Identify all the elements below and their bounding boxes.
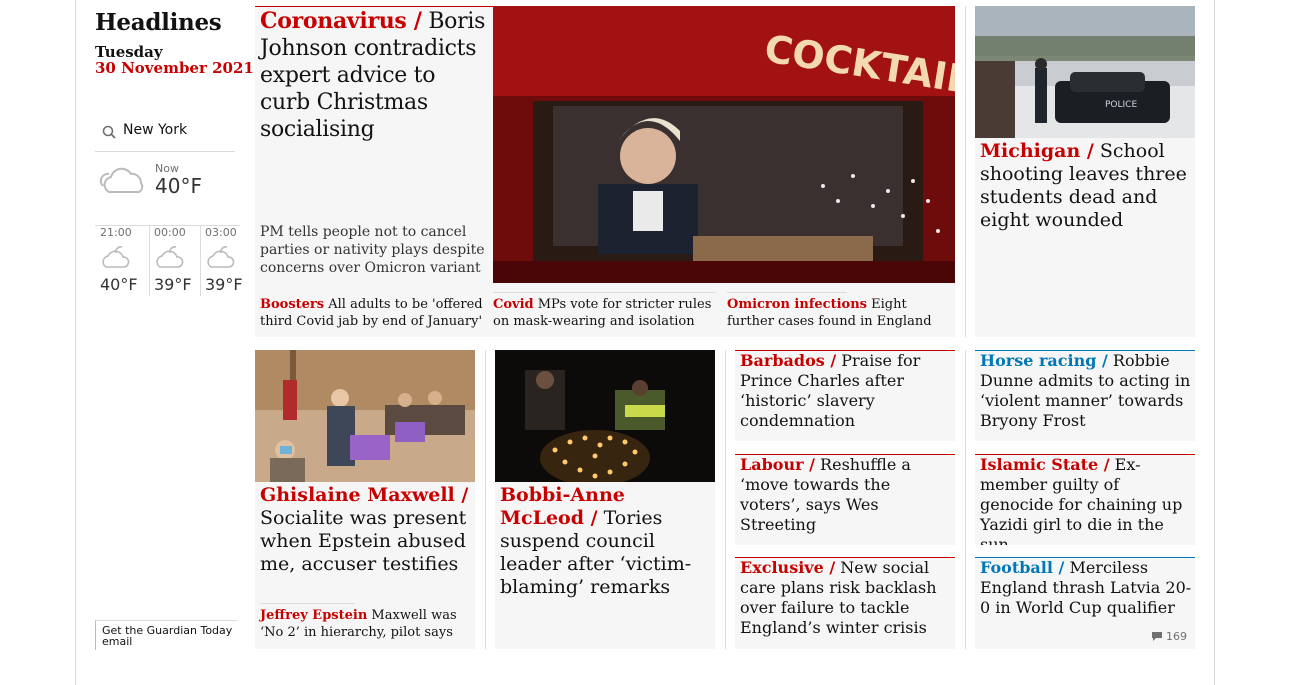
story-card-exclusive[interactable]: Exclusive / New social care plans risk b…	[735, 557, 955, 649]
sublink-rule	[260, 603, 355, 604]
story-kicker: Barbados /	[740, 351, 837, 370]
forecast-item: 00:00 39°F	[149, 226, 201, 296]
cloudy-night-icon	[99, 167, 144, 193]
location-search[interactable]: New York	[95, 118, 235, 152]
story-kicker: Football /	[980, 558, 1065, 577]
story-headline: Exclusive / New social care plans risk b…	[740, 558, 952, 638]
column-divider	[965, 350, 966, 649]
date-full: 30 November 2021	[95, 59, 254, 77]
lead-image[interactable]: COCKTAILS	[493, 6, 955, 283]
sublink[interactable]: Covid MPs vote for stricter rules on mas…	[493, 296, 718, 330]
story-card-barbados[interactable]: Barbados / Praise for Prince Charles aft…	[735, 350, 955, 441]
sublink[interactable]: Boosters All adults to be 'offered third…	[260, 296, 485, 330]
story-kicker: Horse racing /	[980, 351, 1108, 370]
column-divider	[485, 350, 486, 649]
forecast-temp: 40°F	[100, 275, 138, 294]
forecast-temp: 39°F	[205, 275, 243, 294]
sublink-rule	[727, 292, 847, 293]
story-headline: Football / Merciless England thrash Latv…	[980, 558, 1192, 618]
forecast-time: 00:00	[154, 226, 186, 239]
maxwell-headline[interactable]: Ghislaine Maxwell / Socialite was presen…	[260, 484, 472, 576]
search-icon	[102, 125, 116, 139]
comment-count: 169	[1166, 630, 1187, 643]
story-headline: Horse racing / Robbie Dunne admits to ac…	[980, 351, 1192, 431]
story-kicker: Labour /	[740, 455, 815, 474]
sublink-kicker: Boosters	[260, 297, 325, 312]
story-card-islamic-state[interactable]: Islamic State / Ex-member guilty of geno…	[975, 454, 1195, 545]
story-headline: Barbados / Praise for Prince Charles aft…	[740, 351, 952, 431]
maxwell-sublink[interactable]: Jeffrey Epstein Maxwell was ‘No 2’ in hi…	[260, 607, 475, 641]
sublink-kicker: Omicron infections	[727, 297, 867, 312]
michigan-image[interactable]: POLICE	[975, 6, 1195, 138]
maxwell-image[interactable]	[255, 350, 475, 482]
sublink-kicker: Jeffrey Epstein	[260, 608, 368, 623]
section-title: Headlines	[95, 9, 222, 36]
mcleod-image[interactable]	[495, 350, 715, 482]
forecast-item: 03:00 39°F	[200, 226, 252, 296]
lead-kicker: Coronavirus /	[260, 8, 422, 34]
image-car-text: POLICE	[1105, 100, 1137, 110]
email-signup-link[interactable]: Get the Guardian Today email	[95, 620, 237, 650]
cloud-moon-icon	[102, 246, 130, 268]
story-card-labour[interactable]: Labour / Reshuffle a ‘move towards the v…	[735, 454, 955, 545]
story-card-football[interactable]: Football / Merciless England thrash Latv…	[975, 557, 1195, 649]
lead-headline[interactable]: Coronavirus / Boris Johnson contradicts …	[260, 8, 488, 143]
forecast-temp: 39°F	[154, 275, 192, 294]
sublink-kicker: Covid	[493, 297, 534, 312]
weather-now-temp: 40°F	[155, 174, 202, 198]
forecast-time: 03:00	[205, 226, 237, 239]
forecast-item: 21:00 40°F	[95, 226, 147, 296]
cloud-moon-icon	[156, 246, 184, 268]
story-headline: Islamic State / Ex-member guilty of geno…	[980, 455, 1192, 545]
mcleod-headline[interactable]: Bobbi-Anne McLeod / Tories suspend counc…	[500, 484, 712, 599]
cloud-moon-icon	[207, 246, 235, 268]
sublink[interactable]: Omicron infections Eight further cases f…	[727, 296, 952, 330]
story-headline: Labour / Reshuffle a ‘move towards the v…	[740, 455, 952, 535]
maxwell-headline-text: Socialite was present when Epstein abuse…	[260, 507, 467, 575]
column-divider	[965, 6, 966, 337]
story-card-horse-racing[interactable]: Horse racing / Robbie Dunne admits to ac…	[975, 350, 1195, 441]
column-divider	[725, 350, 726, 649]
story-kicker: Exclusive /	[740, 558, 836, 577]
maxwell-kicker: Ghislaine Maxwell /	[260, 484, 469, 506]
story-kicker: Islamic State /	[980, 455, 1110, 474]
comment-icon	[1151, 632, 1162, 641]
michigan-kicker: Michigan /	[980, 140, 1094, 162]
sublink-rule	[493, 292, 716, 293]
michigan-headline[interactable]: Michigan / School shooting leaves three …	[980, 140, 1192, 232]
forecast-time: 21:00	[100, 226, 132, 239]
lead-standfirst: PM tells people not to cancel parties or…	[260, 224, 485, 276]
location-name: New York	[123, 122, 188, 138]
comment-count-link[interactable]: 169	[1151, 630, 1187, 643]
